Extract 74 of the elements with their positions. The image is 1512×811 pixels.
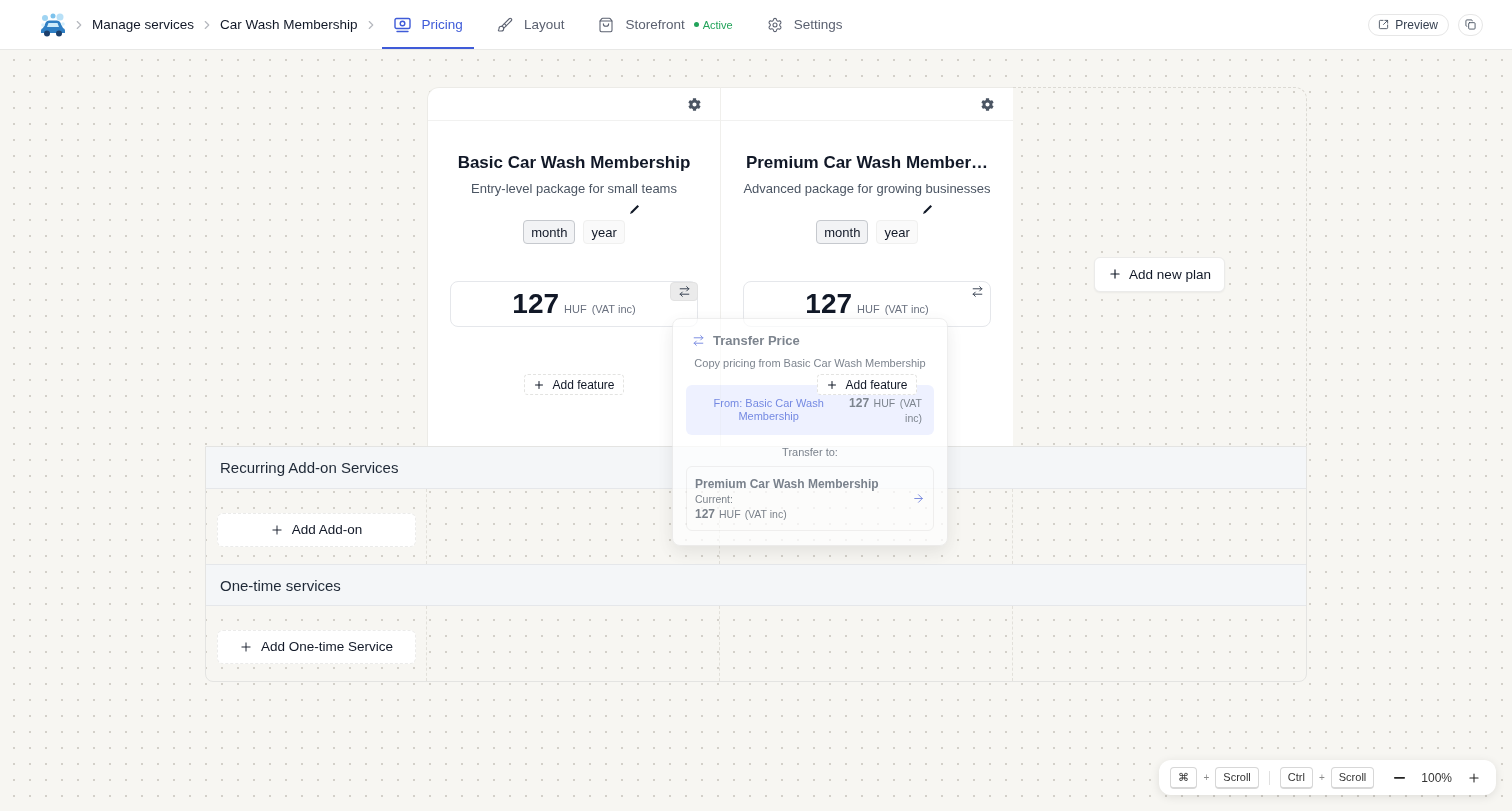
period-tab[interactable]: month [816,220,869,244]
key-cap: Ctrl [1279,766,1313,789]
transfer-button[interactable] [670,282,698,301]
tax-note: (VAT inc) [591,303,636,315]
price-amount: 127 [805,288,853,320]
key-cap: Scroll [1330,766,1375,789]
brush-icon [496,16,513,33]
target-plan-name: Premium Car Wash Membership [695,476,879,491]
add-button[interactable]: Add One-time Service [216,629,416,664]
plus-icon [269,522,284,537]
settings-icon [766,16,783,33]
breadcrumb-link[interactable]: Manage services [92,17,195,32]
zoom-level: 100% [1421,770,1452,785]
plan-title: Premium Car Wash Member… [745,152,989,174]
plus-sign: + [1318,772,1325,783]
settings-button[interactable] [688,97,701,111]
tax-note: (VAT inc) [884,303,929,315]
price-amount: 127 [512,288,560,320]
copy-icon [1465,19,1476,30]
plus-sign: + [1203,772,1210,783]
period-tab[interactable]: month [523,220,576,244]
period-tab[interactable]: year [583,220,625,244]
plan-description: Advanced package for growing businesses [743,180,991,198]
add-feature-button[interactable]: Add feature [524,374,624,395]
arrow-right-icon [912,492,925,505]
swap-arrows-icon [677,285,691,298]
nav-tab[interactable]: Layout [484,0,576,49]
plus-icon [1108,267,1123,281]
external-link-icon [1378,19,1390,30]
nav-tab[interactable]: Pricing [381,0,474,49]
nav-tab[interactable]: Storefront Active [586,0,744,49]
key-cap: Scroll [1215,766,1259,789]
add-button[interactable]: Add Add-on [216,512,416,547]
settings-icon [981,97,994,111]
preview-button[interactable]: Preview [1368,13,1449,36]
pencil-icon[interactable] [628,204,640,215]
period-tab[interactable]: year [876,220,918,244]
settings-button[interactable] [981,97,994,111]
bag-icon [598,16,615,33]
price-amount: 127 [849,396,870,410]
add-feature-button[interactable]: Add feature [817,374,917,395]
plan-title: Basic Car Wash Membership [457,152,691,174]
settings-icon [688,97,701,111]
breadcrumb-link[interactable]: Car Wash Membership [220,17,358,32]
currency-label: HUF [719,507,741,520]
currency-label: HUF [564,303,587,315]
status-label: Active [702,18,733,31]
currency-label: HUF [873,397,896,409]
target-plan-card[interactable]: Premium Car Wash Membership Current: 127 HUF (VAT inc) [686,466,934,531]
source-plan-label: From: Basic Car Wash Membership [712,397,825,423]
swap-arrows-icon [692,334,705,347]
key-cap: ⌘ [1170,766,1198,789]
banknote-icon [393,16,411,33]
plus-icon [238,639,253,654]
plan-description: Entry-level package for small teams [471,180,677,198]
section-title: Recurring Add-on Services [220,459,399,476]
section-title: One-time services [220,576,341,594]
add-plan-button[interactable]: Add new plan [1094,256,1225,292]
tax-note: (VAT inc) [899,397,922,424]
pencil-icon[interactable] [921,204,933,215]
popover-title: Transfer Price [713,333,800,348]
price-amount: 127 [695,506,716,521]
transfer-to-label: Transfer to: [781,446,839,458]
car-logo-icon [40,11,66,38]
current-label: Current: [695,492,734,505]
nav-tab[interactable]: Settings [754,0,854,49]
popover-subtitle: Copy pricing from Basic Car Wash Membership [693,357,927,369]
tax-note: (VAT inc) [744,507,787,520]
plus-icon [826,378,839,391]
currency-label: HUF [857,303,880,315]
plus-icon [1467,770,1481,785]
copy-button[interactable] [1458,13,1483,36]
minus-icon [1393,776,1405,779]
plus-icon [533,378,546,391]
